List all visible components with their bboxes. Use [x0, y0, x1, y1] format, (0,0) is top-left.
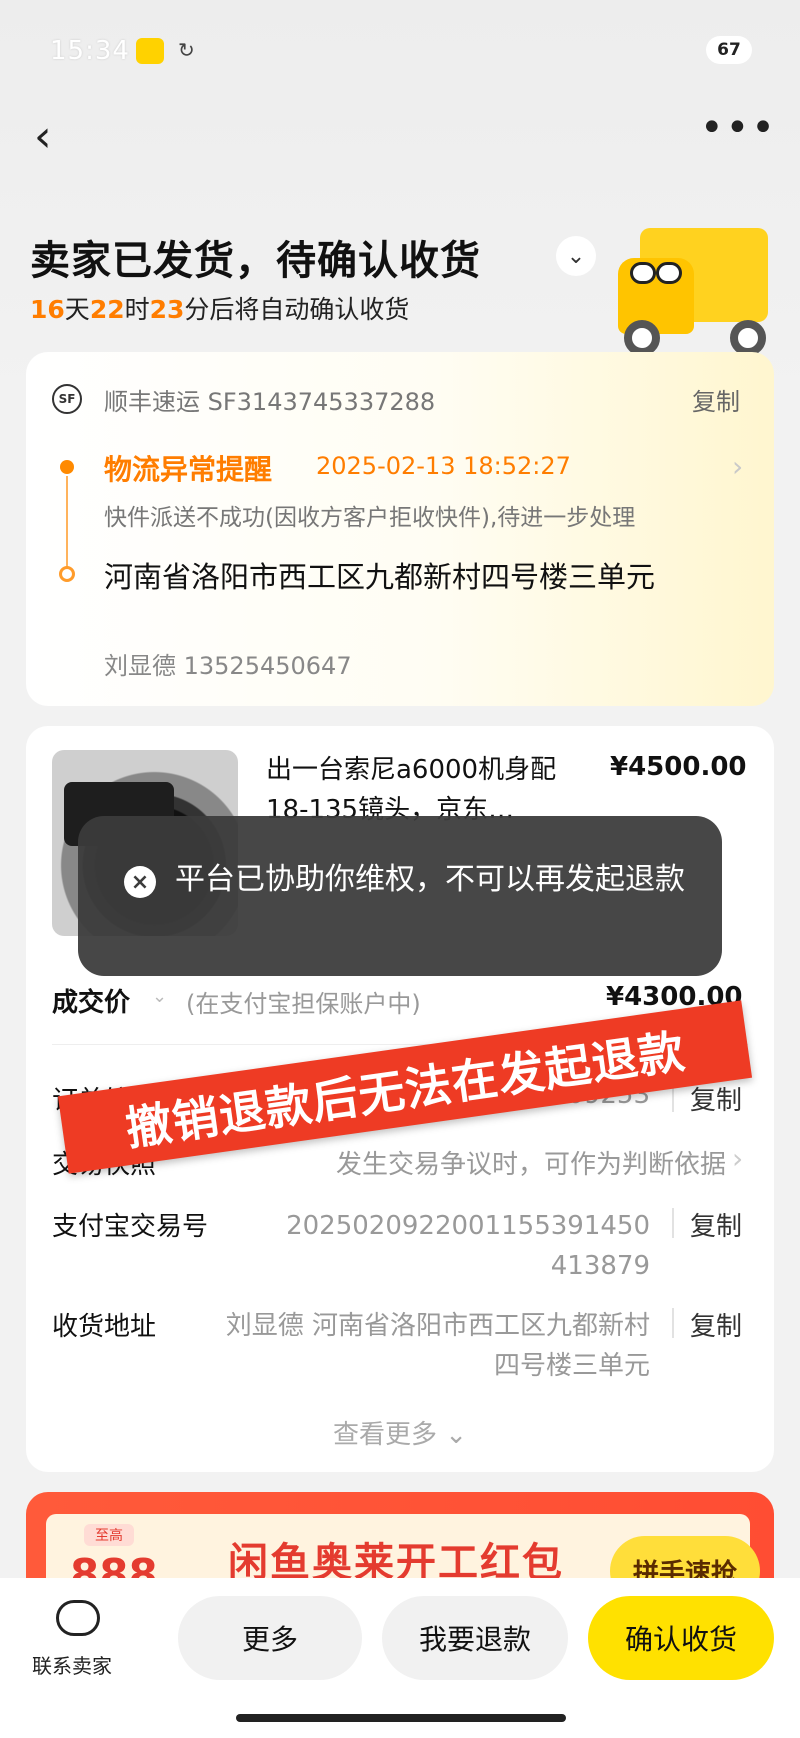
truck-wheel-rear — [730, 320, 766, 356]
timeline-dot-destination — [59, 566, 75, 582]
logistics-alert-title: 物流异常提醒 — [104, 453, 273, 486]
battery-indicator: 67 — [706, 36, 752, 64]
countdown-hours: 22 — [89, 295, 125, 324]
auto-confirm-countdown: 16天22时23分后将自动确认收货 — [30, 290, 409, 326]
confirm-receipt-button[interactable]: 确认收货 — [588, 1596, 774, 1680]
row-separator — [672, 1208, 674, 1238]
see-more-button[interactable]: 查看更多 ⌄ — [0, 1414, 800, 1451]
delivery-address: 河南省洛阳市西工区九都新村四号楼三单元 — [104, 560, 656, 594]
snapshot-value[interactable]: 发生交易争议时，可作为判断依据 — [230, 1144, 726, 1181]
more-options-icon[interactable]: ••• — [700, 108, 775, 148]
logistics-alert-description: 快件派送不成功(因收方客户拒收快件),待进一步处理 — [104, 505, 636, 531]
copy-address-button[interactable]: 复制 — [690, 1306, 742, 1343]
order-status-title: 卖家已发货，待确认收货 — [30, 238, 481, 284]
promo-badge: 至高 — [84, 1524, 134, 1546]
logistics-alert-time: 2025-02-13 18:52:27 — [316, 452, 571, 480]
product-price: ¥4500.00 — [610, 752, 747, 782]
copy-tracking-button[interactable]: 复制 — [692, 382, 740, 417]
status-expand-chevron-icon[interactable]: ⌄ — [556, 236, 596, 276]
chevron-down-icon[interactable]: ⌄ — [152, 986, 167, 1007]
deal-price-note: (在支付宝担保账户中) — [186, 990, 421, 1018]
chevron-down-icon: ⌄ — [445, 1420, 468, 1450]
contact-seller-label[interactable]: 联系卖家 — [32, 1650, 112, 1679]
receiver-contact: 刘显德 13525450647 — [104, 652, 352, 680]
countdown-days-unit: 天 — [64, 295, 90, 324]
copy-order-number-button[interactable]: 复制 — [690, 1080, 742, 1117]
countdown-days: 16 — [30, 295, 65, 324]
sf-express-icon: SF — [52, 384, 82, 414]
timeline-line — [66, 476, 68, 568]
row-separator — [672, 1308, 674, 1338]
shipping-address-label: 收货地址 — [52, 1312, 157, 1342]
see-more-label: 查看更多 — [332, 1420, 437, 1450]
toast-text: 平台已协助你维权，不可以再发起退款 — [175, 862, 685, 897]
truck-eye-right — [656, 262, 682, 284]
request-refund-button[interactable]: 我要退款 — [382, 1596, 568, 1680]
chevron-right-icon[interactable]: › — [732, 450, 743, 483]
home-indicator[interactable] — [236, 1714, 566, 1722]
countdown-minutes: 23 — [149, 295, 185, 324]
chevron-right-icon[interactable]: › — [732, 1142, 743, 1175]
countdown-hours-unit: 时 — [124, 295, 150, 324]
back-icon[interactable]: ‹ — [34, 112, 74, 162]
deal-price-label[interactable]: 成交价 — [52, 982, 130, 1019]
sync-icon: ↻ — [178, 38, 195, 62]
truck-wheel-front — [624, 320, 660, 356]
countdown-suffix: 分后将自动确认收货 — [184, 295, 410, 324]
chat-icon[interactable] — [56, 1600, 100, 1636]
close-circle-icon: × — [124, 866, 156, 898]
alipay-trade-no-label: 支付宝交易号 — [52, 1212, 209, 1242]
truck-eye-left — [630, 262, 656, 284]
more-button[interactable]: 更多 — [178, 1596, 362, 1680]
courier-tracking-number: 顺丰速运 SF3143745337288 — [104, 388, 436, 416]
alipay-trade-no-value: 2025020922001155391450413879 — [286, 1211, 650, 1281]
status-time: 15:34 — [50, 36, 130, 66]
copy-trade-no-button[interactable]: 复制 — [690, 1206, 742, 1243]
shipping-address-value: 刘显德 河南省洛阳市西工区九都新村四号楼三单元 — [225, 1311, 650, 1381]
timeline-dot-active — [60, 460, 74, 474]
app-notification-icon — [136, 38, 164, 64]
